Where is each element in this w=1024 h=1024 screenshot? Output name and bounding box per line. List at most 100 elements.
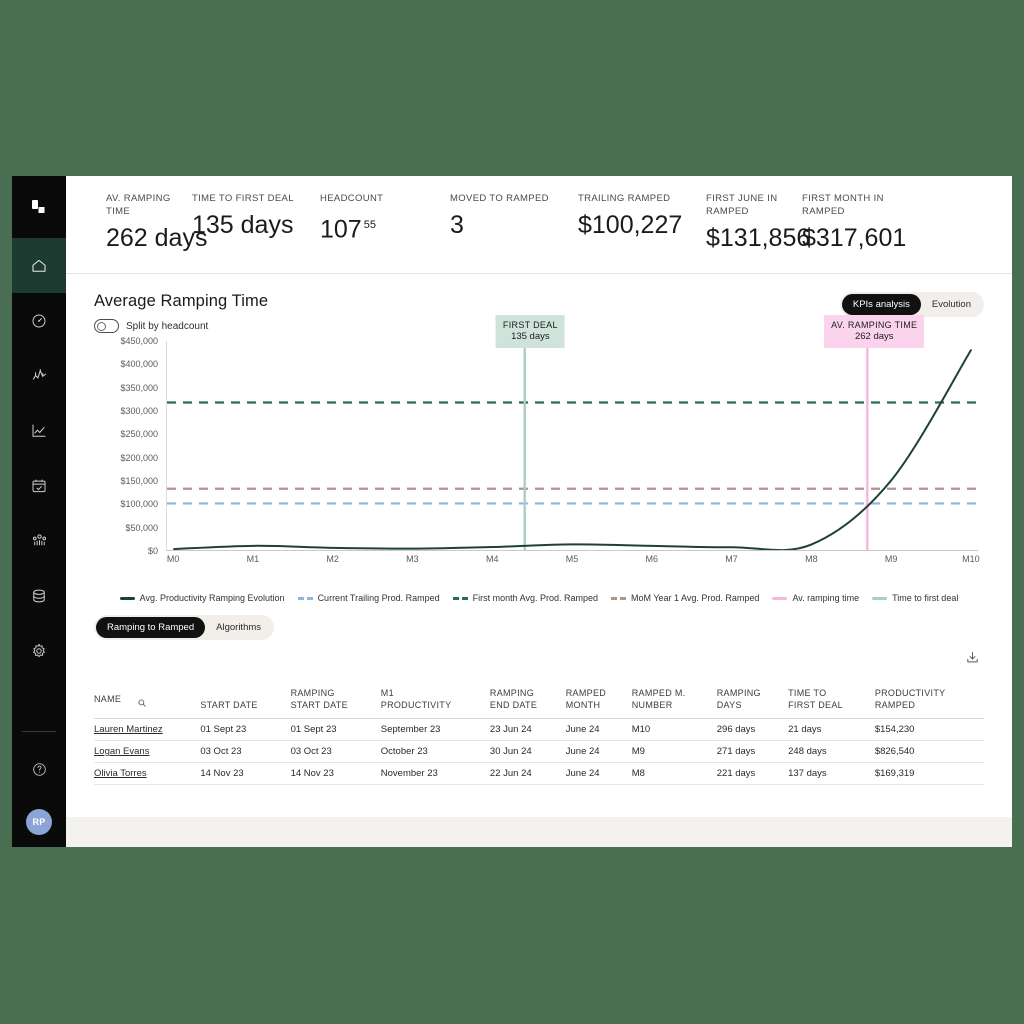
- legend-swatch: [611, 596, 627, 600]
- table-row[interactable]: Lauren Martinez 01 Sept 23 01 Sept 23 Septe…: [94, 718, 984, 741]
- legend-label: MoM Year 1 Avg. Prod. Ramped: [631, 593, 760, 603]
- sidebar-item-team[interactable]: [12, 513, 66, 568]
- cell-m1-productivity: October 23: [380, 740, 490, 763]
- app-window: RP AV. RAMPING TIME 262 days TIME TO FIR…: [12, 176, 1012, 847]
- x-axis-tick-label: M0: [166, 554, 180, 564]
- sidebar-item-activity[interactable]: [12, 348, 66, 403]
- kpi-label: TIME TO FIRST DEAL: [192, 193, 294, 204]
- split-by-headcount-toggle[interactable]: [94, 319, 119, 333]
- kpi-value-text: $131,856: [706, 224, 811, 252]
- kpi-label: MOVED TO RAMPED: [450, 193, 549, 204]
- row-name-link[interactable]: Logan Evans: [94, 746, 149, 757]
- row-name-link[interactable]: Lauren Martinez: [94, 724, 163, 735]
- cell-productivity-ramped: $154,230: [874, 718, 984, 741]
- cell-time-to-first-deal: 21 days: [788, 718, 875, 741]
- kpi-value: 262 days: [106, 222, 207, 254]
- kpi-label: FIRST JUNE IN RAMPED: [706, 193, 778, 217]
- kpi-value: $317,601: [802, 222, 906, 254]
- table-col-productivity-ramped[interactable]: PRODUCTIVITY RAMPED: [875, 674, 984, 719]
- kpi-trailing-ramped: TRAILING RAMPED $100,227: [578, 192, 706, 241]
- gauge-icon: [32, 314, 46, 327]
- legend-swatch: [119, 596, 135, 600]
- table-col-time-to-first-deal[interactable]: TIME TO FIRST DEAL: [788, 674, 875, 719]
- ramping-table: NAME START DATE RAMPING START DATE M1 PR…: [94, 674, 984, 785]
- table-section: NAME START DATE RAMPING START DATE M1 PR…: [66, 640, 1012, 817]
- cell-ramping-start-date: 01 Sept 23: [290, 718, 381, 741]
- kpi-moved-to-ramped: MOVED TO RAMPED 3: [450, 192, 578, 241]
- legend-item[interactable]: Avg. Productivity Ramping Evolution: [119, 593, 285, 603]
- chart-plot-area: $0 $50,000 $100,000 $150,000 $200,000 $250,00…: [94, 315, 984, 587]
- tab-evolution[interactable]: Evolution: [921, 294, 982, 315]
- y-axis-tick-label: $300,000: [120, 406, 158, 416]
- kpi-first-month-in-ramped: FIRST MONTH IN RAMPED $317,601: [802, 192, 906, 254]
- annotation-title: FIRST DEAL: [502, 320, 558, 330]
- cell-ramped-month: June 24: [565, 762, 632, 785]
- chart-legend: Avg. Productivity Ramping Evolution Curre…: [94, 593, 984, 603]
- sidebar-item-speedometer[interactable]: [12, 293, 66, 348]
- tab-algorithms[interactable]: Algorithms: [205, 617, 272, 638]
- legend-swatch: [452, 596, 468, 600]
- tab-kpis-analysis[interactable]: KPIs analysis: [841, 294, 921, 315]
- y-axis-tick-label: $400,000: [120, 359, 158, 370]
- x-axis-tick-label: M7: [725, 554, 738, 564]
- view-mode-switcher: KPIs analysis Evolution: [839, 292, 984, 317]
- y-axis-tick-label: $450,000: [120, 336, 158, 346]
- search-icon[interactable]: [137, 686, 147, 711]
- avatar-cell[interactable]: RP: [12, 797, 66, 847]
- table-col-name[interactable]: NAME: [94, 674, 200, 719]
- table-col-ramped-month[interactable]: RAMPED MONTH: [566, 674, 632, 719]
- tab-ramping-to-ramped[interactable]: Ramping to Ramped: [96, 617, 206, 638]
- kpi-label: HEADCOUNT: [320, 193, 384, 204]
- download-icon[interactable]: [965, 650, 980, 670]
- cell-productivity-ramped: $826,540: [874, 740, 984, 763]
- table-col-ramped-m-number[interactable]: RAMPED M. NUMBER: [632, 674, 717, 719]
- brand-logo[interactable]: [12, 176, 66, 238]
- cell-ramped-month: June 24: [565, 740, 632, 763]
- chart-annotation-av-ramping-time: AV. RAMPING TIME 262 days: [824, 315, 925, 348]
- table-col-ramping-start-date[interactable]: RAMPING START DATE: [291, 674, 381, 719]
- y-axis-labels: $0 $50,000 $100,000 $150,000 $200,000 $250,00…: [94, 336, 158, 556]
- kpi-headcount: HEADCOUNT 107 55: [320, 192, 450, 245]
- chart-canvas: [166, 341, 978, 551]
- legend-item[interactable]: Av. ramping time: [772, 593, 859, 603]
- y-axis-tick-label: $100,000: [120, 499, 158, 510]
- cell-ramping-days: 221 days: [716, 762, 789, 785]
- sidebar-item-home[interactable]: [12, 238, 66, 293]
- page-title: Average Ramping Time: [94, 292, 269, 310]
- sidebar-item-data[interactable]: [12, 568, 66, 623]
- table-col-start-date[interactable]: START DATE: [200, 674, 290, 719]
- legend-item[interactable]: Time to first deal: [872, 593, 958, 603]
- split-by-headcount-row: Split by headcount: [94, 319, 268, 333]
- sidebar-item-help[interactable]: [12, 742, 66, 797]
- lower-tabs-row: Ramping to Ramped Algorithms: [66, 603, 1012, 640]
- line-chart-icon: [32, 424, 46, 437]
- sidebar-item-analytics[interactable]: [12, 403, 66, 458]
- legend-item[interactable]: Current Trailing Prod. Ramped: [297, 593, 440, 603]
- table-row[interactable]: Logan Evans 03 Oct 23 03 Oct 23 October 23 3…: [94, 740, 984, 763]
- avatar[interactable]: RP: [26, 809, 52, 835]
- toggle-knob: [96, 321, 106, 331]
- sidebar-item-settings[interactable]: [12, 623, 66, 678]
- x-axis-tick-label: M4: [485, 554, 499, 564]
- table-col-m1-productivity[interactable]: M1 PRODUCTIVITY: [381, 674, 490, 719]
- cell-ramped-m-number: M8: [631, 762, 717, 785]
- y-axis-tick-label: $0: [147, 546, 158, 556]
- legend-label: First month Avg. Prod. Ramped: [472, 593, 599, 603]
- cell-ramped-m-number: M9: [631, 740, 717, 763]
- kpi-value-text: $100,227: [578, 211, 683, 239]
- table-col-ramping-end-date[interactable]: RAMPING END DATE: [490, 674, 566, 719]
- page-footer: [66, 817, 1012, 847]
- legend-item[interactable]: MoM Year 1 Avg. Prod. Ramped: [611, 593, 759, 603]
- x-axis-tick-label: M2: [326, 554, 339, 564]
- legend-item[interactable]: First month Avg. Prod. Ramped: [452, 593, 599, 603]
- kpi-value-text: 107: [320, 215, 362, 244]
- table-col-ramping-days[interactable]: RAMPING DAYS: [717, 674, 788, 719]
- row-name-link[interactable]: Olivia Torres: [94, 768, 147, 779]
- kpi-value: $131,856: [706, 222, 810, 254]
- kpi-value-sup: 55: [363, 219, 376, 231]
- annotation-value: 135 days: [511, 331, 550, 342]
- table-row[interactable]: Olivia Torres 14 Nov 23 14 Nov 23 November …: [94, 762, 984, 785]
- cell-start-date: 03 Oct 23: [200, 740, 291, 763]
- sidebar-item-planning[interactable]: [12, 458, 66, 513]
- cell-ramping-start-date: 14 Nov 23: [290, 762, 381, 785]
